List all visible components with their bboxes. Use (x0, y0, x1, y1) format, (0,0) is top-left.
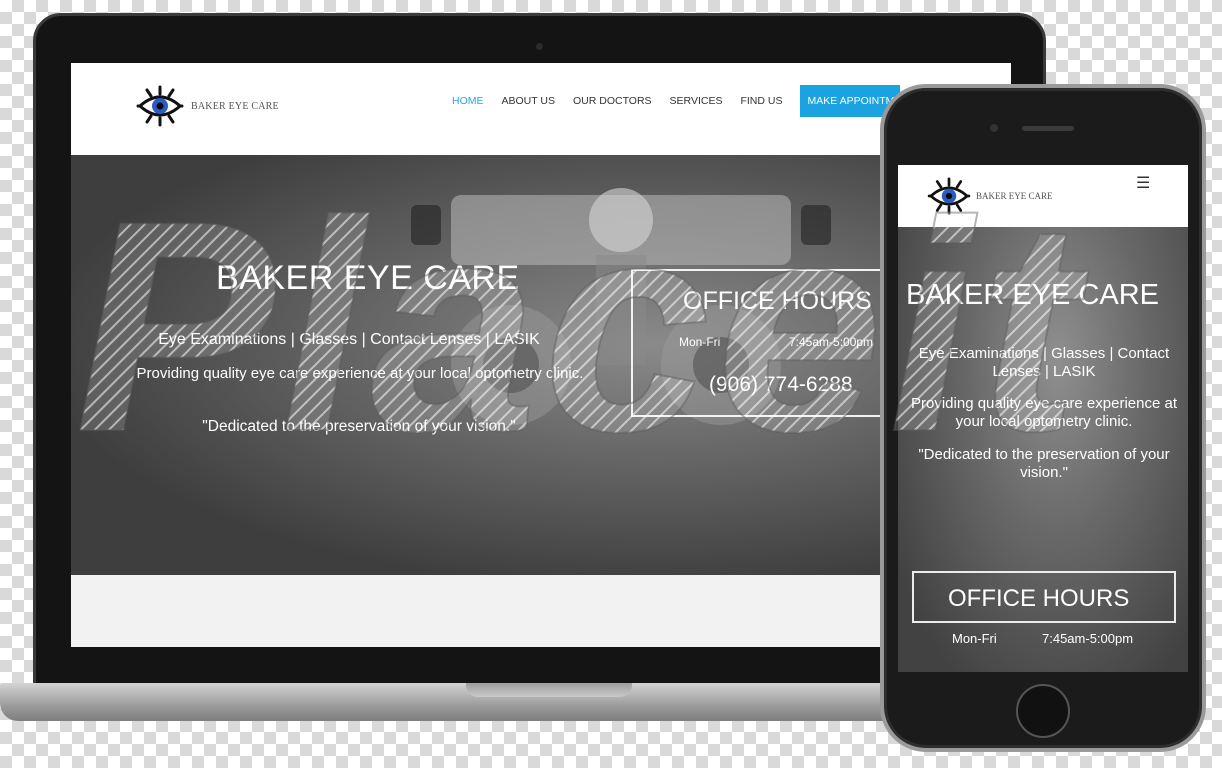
content-strip (71, 575, 1011, 647)
laptop-notch (466, 683, 632, 697)
mobile-hero-title: BAKER EYE CARE (906, 279, 1160, 311)
nav-about-us[interactable]: ABOUT US (502, 85, 555, 117)
office-hours-days: Mon-Fri (679, 335, 721, 349)
site-logo[interactable]: BAKER EYE CARE (135, 85, 279, 127)
mobile-hero-services: Eye Examinations | Glasses | Contact Len… (918, 345, 1170, 380)
nav-services[interactable]: SERVICES (670, 85, 723, 117)
phone-camera (990, 124, 998, 132)
phone-home-button[interactable] (1016, 684, 1070, 738)
office-hours-time: 7:45am-5:00pm (789, 335, 874, 349)
hero-title: BAKER EYE CARE (216, 259, 520, 297)
office-hours-title: OFFICE HOURS (683, 287, 872, 315)
hero-description: Providing quality eye care experience at… (136, 365, 584, 382)
nav-find-us[interactable]: FIND US (740, 85, 782, 117)
mobile-office-hours-box: OFFICE HOURS (912, 571, 1176, 623)
eye-logo-icon (927, 177, 971, 215)
nav-home[interactable]: HOME (452, 85, 484, 117)
mobile-hero-description: Providing quality eye care experience at… (911, 395, 1177, 430)
hero-services: Eye Examinations | Glasses | Contact Len… (158, 331, 540, 348)
mobile-hero-quote: "Dedicated to the preservation of your v… (918, 446, 1170, 481)
mobile-office-hours-time: 7:45am-5:00pm (1042, 631, 1134, 646)
hero-section: BAKER EYE CARE Eye Examinations | Glasse… (71, 155, 1011, 575)
site-header: BAKER EYE CARE HOME ABOUT US OUR DOCTORS… (71, 63, 1011, 155)
hamburger-menu-icon[interactable]: ☰ (1136, 173, 1150, 193)
mobile-office-hours-title: OFFICE HOURS (948, 585, 1130, 612)
mobile-office-hours-days: Mon-Fri (952, 631, 997, 646)
hero-quote: "Dedicated to the preservation of your v… (202, 418, 516, 435)
laptop-screen: BAKER EYE CARE HOME ABOUT US OUR DOCTORS… (71, 63, 1011, 647)
main-nav: HOME ABOUT US OUR DOCTORS SERVICES FIND … (452, 85, 901, 117)
phone-number[interactable]: (906) 774-6288 (709, 373, 853, 397)
mobile-logo-text: BAKER EYE CARE (976, 191, 1053, 201)
phone-speaker (1022, 126, 1074, 131)
laptop-camera (536, 43, 543, 50)
eye-logo-icon (136, 85, 184, 127)
logo-text: BAKER EYE CARE (191, 100, 279, 112)
nav-our-doctors[interactable]: OUR DOCTORS (573, 85, 652, 117)
mobile-header: BAKER EYE CARE ☰ (898, 165, 1188, 227)
mobile-site-logo[interactable]: BAKER EYE CARE (926, 177, 1053, 215)
phone-screen: BAKER EYE CARE ☰ BAKER EYE CARE Eye Exam… (898, 165, 1188, 672)
